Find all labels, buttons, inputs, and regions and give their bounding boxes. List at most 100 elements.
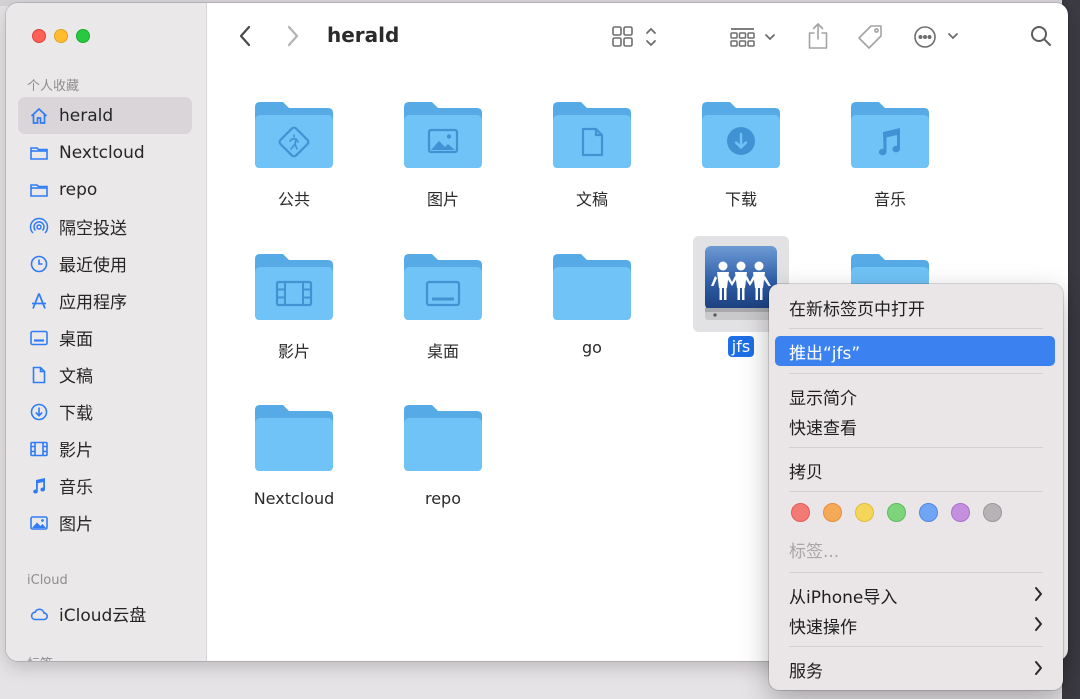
sidebar-item-label: 下载 xyxy=(59,404,93,424)
file-item-label: 影片 xyxy=(277,342,310,361)
tag-color-picker xyxy=(791,503,1002,522)
film-icon xyxy=(28,438,50,460)
chevron-left-icon xyxy=(239,25,251,47)
file-item-downloads[interactable]: 下载 xyxy=(676,99,806,211)
search-icon xyxy=(1031,26,1051,46)
menu-separator xyxy=(789,646,1043,647)
download-icon xyxy=(28,401,50,423)
icon-view-grid-icon xyxy=(612,26,656,47)
forward-button[interactable] xyxy=(281,23,305,49)
sidebar-item-repo[interactable]: repo xyxy=(18,171,192,208)
group-by-icon xyxy=(730,28,775,47)
toolbar: herald xyxy=(207,3,1068,69)
sidebar-item-downloads[interactable]: 下载 xyxy=(18,393,192,430)
file-item-desktop[interactable]: 桌面 xyxy=(378,251,508,363)
window-controls xyxy=(32,29,90,43)
file-item-nextcloud[interactable]: Nextcloud xyxy=(229,402,359,509)
sidebar-item-documents[interactable]: 文稿 xyxy=(18,356,192,393)
sidebar-item-desktop[interactable]: 桌面 xyxy=(18,319,192,356)
file-item-go[interactable]: go xyxy=(527,251,657,358)
file-item-label: 图片 xyxy=(426,190,459,209)
share-button[interactable] xyxy=(805,20,831,52)
menu-separator xyxy=(789,328,1043,329)
clock-icon xyxy=(28,253,50,275)
file-item-label: 音乐 xyxy=(873,190,906,209)
tag-orange-dot[interactable] xyxy=(823,503,842,522)
sidebar-item-pictures[interactable]: 图片 xyxy=(18,504,192,541)
menu-item-quick-actions[interactable]: 快速操作 xyxy=(775,610,1055,640)
menu-item-get-info[interactable]: 显示简介 xyxy=(775,381,1055,411)
zoom-button[interactable] xyxy=(76,29,90,43)
file-item-label: 桌面 xyxy=(426,342,459,361)
menu-item-label: 快速操作 xyxy=(789,617,857,638)
sidebar-item-label: 文稿 xyxy=(59,367,93,387)
downloads-folder-icon xyxy=(702,102,780,168)
sidebar-item-herald[interactable]: herald xyxy=(18,97,192,134)
sidebar-item-label: 应用程序 xyxy=(59,293,127,313)
menu-item-eject[interactable]: 推出“jfs” xyxy=(775,336,1055,366)
tag-purple-dot[interactable] xyxy=(951,503,970,522)
menu-separator xyxy=(789,491,1043,492)
file-item-repo[interactable]: repo xyxy=(378,402,508,509)
file-item-label: 下载 xyxy=(724,190,757,209)
sidebar-item-icloud-drive[interactable]: iCloud云盘 xyxy=(18,595,192,632)
movies-folder-icon xyxy=(255,254,333,320)
sidebar-item-music[interactable]: 音乐 xyxy=(18,467,192,504)
tag-button[interactable] xyxy=(855,22,885,52)
menu-item-tags[interactable]: 标签... xyxy=(775,534,1055,564)
menu-separator xyxy=(789,572,1043,573)
menu-item-services[interactable]: 服务 xyxy=(775,654,1055,684)
applications-icon xyxy=(28,290,50,312)
file-item-documents[interactable]: 文稿 xyxy=(527,99,657,211)
documents-folder-icon xyxy=(553,102,631,168)
music-icon xyxy=(28,475,50,497)
search-button[interactable] xyxy=(1029,24,1053,48)
menu-item-label: 服务 xyxy=(789,661,823,682)
menu-item-copy[interactable]: 拷贝 xyxy=(775,455,1055,485)
folder-icon xyxy=(28,142,50,164)
back-button[interactable] xyxy=(233,23,257,49)
file-item-label: 文稿 xyxy=(575,190,608,209)
sidebar-item-label: 影片 xyxy=(59,441,93,461)
sidebar-item-nextcloud[interactable]: Nextcloud xyxy=(18,134,192,171)
file-item-public[interactable]: 公共 xyxy=(229,99,359,211)
sidebar-item-movies[interactable]: 影片 xyxy=(18,430,192,467)
action-menu-button[interactable] xyxy=(912,23,962,51)
more-options-icon xyxy=(914,26,958,48)
sidebar-item-label: herald xyxy=(59,105,114,126)
menu-item-import-from-iphone[interactable]: 从iPhone导入 xyxy=(775,580,1055,610)
tag-yellow-dot[interactable] xyxy=(855,503,874,522)
tag-green-dot[interactable] xyxy=(887,503,906,522)
view-mode-button[interactable] xyxy=(609,23,659,51)
group-button[interactable] xyxy=(728,24,782,52)
file-item-label: Nextcloud xyxy=(253,489,335,508)
file-item-movies[interactable]: 影片 xyxy=(229,251,359,363)
file-item-label: 公共 xyxy=(277,190,310,209)
sidebar-item-airdrop[interactable]: 隔空投送 xyxy=(18,208,192,245)
sidebar-item-label: iCloud云盘 xyxy=(59,606,147,626)
file-item-label: repo xyxy=(424,489,461,508)
file-item-music[interactable]: 音乐 xyxy=(825,99,955,211)
folder-icon xyxy=(255,405,333,471)
sidebar-item-applications[interactable]: 应用程序 xyxy=(18,282,192,319)
chevron-right-icon xyxy=(287,25,299,47)
photo-icon xyxy=(28,512,50,534)
sidebar-item-label: 图片 xyxy=(59,515,93,535)
tag-red-dot[interactable] xyxy=(791,503,810,522)
sidebar-item-label: Nextcloud xyxy=(59,142,145,163)
menu-item-quick-look[interactable]: 快速查看 xyxy=(775,411,1055,441)
menu-separator xyxy=(789,373,1043,374)
sidebar-item-recents[interactable]: 最近使用 xyxy=(18,245,192,282)
close-button[interactable] xyxy=(32,29,46,43)
desktop-icon xyxy=(28,327,50,349)
minimize-button[interactable] xyxy=(54,29,68,43)
tag-gray-dot[interactable] xyxy=(983,503,1002,522)
file-item-label[interactable]: jfs xyxy=(727,336,755,357)
cloud-icon xyxy=(28,603,50,625)
tag-blue-dot[interactable] xyxy=(919,503,938,522)
menu-item-label: 从iPhone导入 xyxy=(789,587,898,608)
menu-item-open-in-new-tab[interactable]: 在新标签页中打开 xyxy=(775,292,1055,322)
file-item-pictures[interactable]: 图片 xyxy=(378,99,508,211)
public-folder-icon xyxy=(255,102,333,168)
folder-icon xyxy=(404,405,482,471)
